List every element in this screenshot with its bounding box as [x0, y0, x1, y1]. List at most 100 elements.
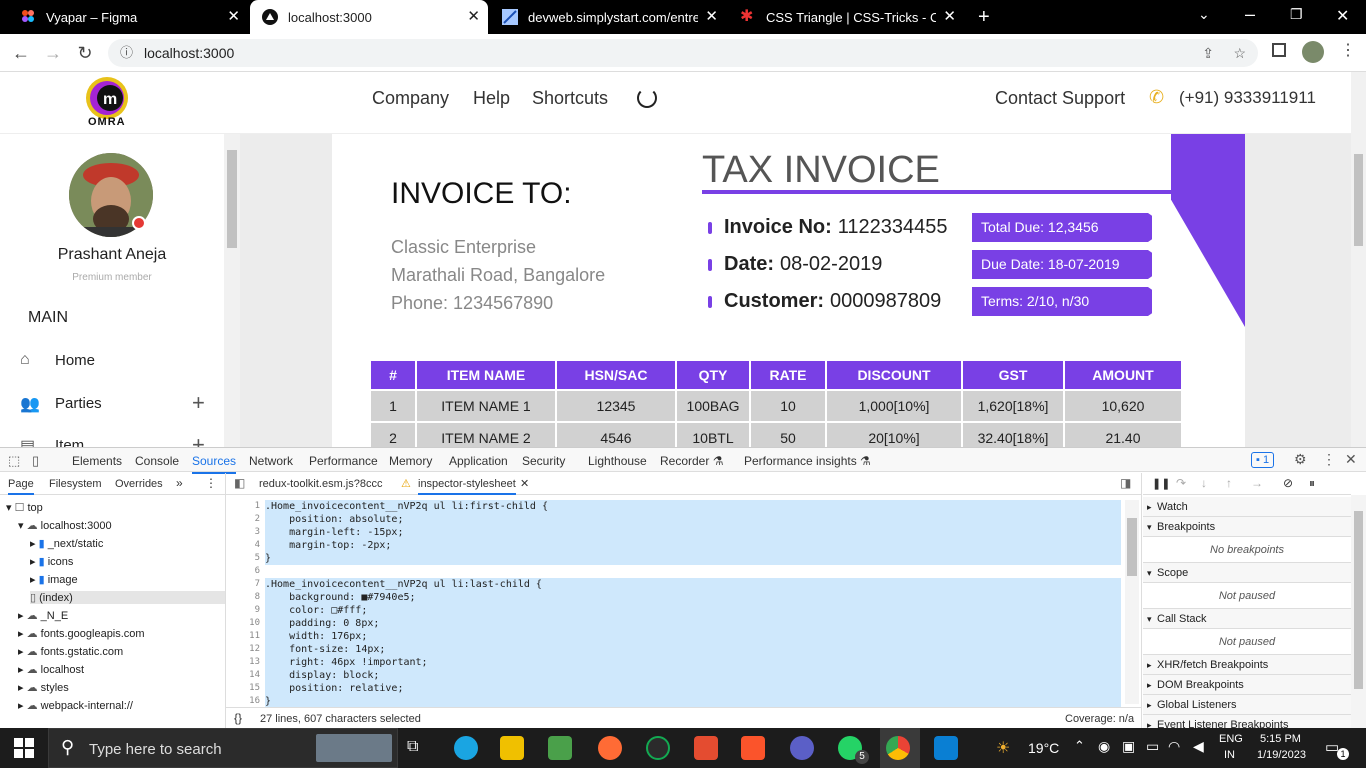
omra-logo[interactable]: m — [85, 76, 129, 120]
line-number[interactable]: 14 — [230, 669, 260, 682]
navigator-menu-icon[interactable]: ⋮ — [205, 476, 217, 490]
tab-search-icon[interactable]: ⌄ — [1198, 6, 1210, 23]
weather-icon[interactable]: ☀ — [996, 738, 1010, 758]
scrollbar-thumb[interactable] — [227, 150, 237, 248]
weather-temp[interactable]: 19°C — [1028, 740, 1059, 756]
browser-tab-devweb[interactable]: devweb.simplystart.com/entrepre ✕ — [490, 0, 726, 34]
nav-help[interactable]: Help — [473, 88, 510, 109]
expand-arrow-icon[interactable]: ▸ — [18, 682, 27, 694]
debugger-section-header[interactable]: ▸ DOM Breakpoints — [1143, 675, 1351, 695]
expand-arrow-icon[interactable]: ▾ — [1147, 517, 1152, 537]
url-field[interactable]: ⓘ localhost:3000 ⇪ ☆ — [108, 39, 1258, 67]
device-toggle-icon[interactable]: ▯ — [32, 453, 39, 469]
tree-item[interactable]: ▸ ☁ fonts.gstatic.com — [18, 645, 123, 658]
edge-icon[interactable] — [454, 736, 478, 760]
browser-tab-figma[interactable]: Vyapar – Figma ✕ — [8, 0, 248, 34]
code-line[interactable]: .Home_invoicecontent__nVP2q ul li:last-c… — [265, 578, 1121, 591]
devtools-tab-console[interactable]: Console — [135, 454, 179, 468]
code-line[interactable]: width: 176px; — [265, 630, 1121, 643]
line-number[interactable]: 6 — [230, 565, 260, 578]
tree-item[interactable]: ▸ ☁ _N_E — [18, 609, 68, 622]
sidebar-scrollbar[interactable] — [224, 134, 240, 447]
refresh-icon[interactable] — [637, 88, 657, 108]
expand-arrow-icon[interactable]: ▸ — [1147, 675, 1152, 695]
code-line[interactable]: .Home_invoicecontent__nVP2q ul li:first-… — [265, 500, 1121, 513]
step-icon[interactable]: → — [1251, 476, 1263, 490]
mongodb-compass-icon[interactable] — [646, 736, 670, 760]
devtools-tab-recorder[interactable]: Recorder ⚗ — [660, 454, 723, 468]
devtools-tab-memory[interactable]: Memory — [389, 454, 432, 468]
code-line[interactable]: right: 46px !important; — [265, 656, 1121, 669]
devtools-tab-network[interactable]: Network — [249, 454, 293, 468]
volume-icon[interactable]: ◀ — [1193, 738, 1204, 755]
pretty-print-icon[interactable]: {} — [234, 711, 242, 725]
line-number[interactable]: 12 — [230, 643, 260, 656]
maximize-button[interactable]: ❐ — [1290, 6, 1303, 23]
expand-arrow-icon[interactable]: ▸ — [30, 574, 39, 586]
debugger-section-header[interactable]: ▾ Breakpoints — [1143, 517, 1351, 537]
tree-item[interactable]: ▸ ▮ icons — [30, 555, 73, 568]
expand-arrow-icon[interactable]: ▾ — [1147, 609, 1152, 629]
page-scrollbar[interactable] — [1351, 72, 1366, 447]
file-tab-inspector-stylesheet[interactable]: inspector-stylesheet — [418, 478, 516, 495]
file-tab-redux[interactable]: redux-toolkit.esm.js?8ccc — [259, 478, 383, 490]
tree-item[interactable]: ▸ ▮ image — [30, 573, 78, 586]
menu-icon[interactable]: ⋮ — [1340, 40, 1356, 60]
line-number[interactable]: 5 — [230, 552, 260, 565]
code-line[interactable]: position: absolute; — [265, 513, 1121, 526]
line-number[interactable]: 11 — [230, 630, 260, 643]
tree-item[interactable]: ▯ (index) — [30, 591, 225, 604]
line-number[interactable]: 7 — [230, 578, 260, 591]
code-line[interactable]: margin-left: -15px; — [265, 526, 1121, 539]
expand-arrow-icon[interactable]: ▸ — [30, 556, 39, 568]
code-line[interactable]: color: □#fff; — [265, 604, 1121, 617]
debugger-section-header[interactable]: ▸ Watch — [1143, 497, 1351, 517]
sidebar-item-item[interactable]: ▤ Item — [20, 436, 84, 448]
language-region[interactable]: IN — [1224, 749, 1235, 761]
bookmark-star-icon[interactable]: ☆ — [1233, 39, 1246, 67]
sidebar-item-home[interactable]: ⌂ Home — [20, 351, 95, 369]
settings-gear-icon[interactable]: ⚙ — [1294, 451, 1307, 468]
toggle-navigator-icon[interactable]: ◧ — [234, 476, 245, 490]
expand-arrow-icon[interactable]: ▸ — [30, 538, 39, 550]
nav-shortcuts[interactable]: Shortcuts — [532, 88, 608, 109]
more-tabs-icon[interactable]: » — [176, 476, 183, 490]
forward-button[interactable]: → — [42, 42, 64, 64]
scrollbar-thumb[interactable] — [1354, 154, 1363, 246]
wifi-icon[interactable]: ◠ — [1168, 738, 1180, 755]
share-icon[interactable]: ⇪ — [1202, 39, 1214, 67]
line-number[interactable]: 8 — [230, 591, 260, 604]
tree-item[interactable]: ▸ ☁ localhost — [18, 663, 84, 676]
expand-arrow-icon[interactable]: ▸ — [18, 628, 27, 640]
line-number[interactable]: 4 — [230, 539, 260, 552]
debugger-section-header[interactable]: ▾ Call Stack — [1143, 609, 1351, 629]
app-icon[interactable] — [790, 736, 814, 760]
side-panel-icon[interactable] — [1272, 43, 1286, 57]
pause-on-exceptions-icon[interactable]: ⏸ — [1309, 476, 1315, 491]
code-line[interactable]: margin-top: -2px; — [265, 539, 1121, 552]
code-line[interactable]: display: block; — [265, 669, 1121, 682]
clock-date[interactable]: 1/19/2023 — [1257, 749, 1306, 761]
git-icon[interactable] — [694, 736, 718, 760]
tray-device-icon[interactable]: ▣ — [1122, 738, 1135, 755]
language-code[interactable]: ENG — [1219, 733, 1243, 745]
profile-avatar[interactable] — [1302, 41, 1324, 63]
battery-icon[interactable]: ▭ — [1146, 738, 1159, 755]
expand-arrow-icon[interactable]: ▸ — [18, 700, 27, 712]
code-line[interactable]: } — [265, 552, 1121, 565]
pause-icon[interactable]: ❚❚ — [1152, 477, 1170, 490]
close-icon[interactable]: ✕ — [705, 9, 718, 25]
tree-item[interactable]: ▾ ☐ top — [6, 501, 43, 514]
inspect-icon[interactable]: ⬚ — [8, 453, 20, 469]
task-view-icon[interactable]: ⧉ — [407, 738, 418, 756]
close-icon[interactable]: ✕ — [227, 9, 240, 25]
tree-item[interactable]: ▸ ☁ styles — [18, 681, 69, 694]
minimize-button[interactable]: – — [1245, 4, 1255, 25]
devtools-tab-application[interactable]: Application — [449, 454, 508, 468]
tab-overrides[interactable]: Overrides — [115, 478, 163, 490]
debugger-scrollbar[interactable] — [1351, 495, 1366, 729]
tree-item[interactable]: ▸ ☁ webpack-internal:// — [18, 699, 133, 712]
reload-button[interactable]: ↻ — [74, 42, 96, 64]
expand-arrow-icon[interactable]: ▸ — [1147, 497, 1152, 517]
new-tab-button[interactable]: + — [978, 6, 990, 29]
